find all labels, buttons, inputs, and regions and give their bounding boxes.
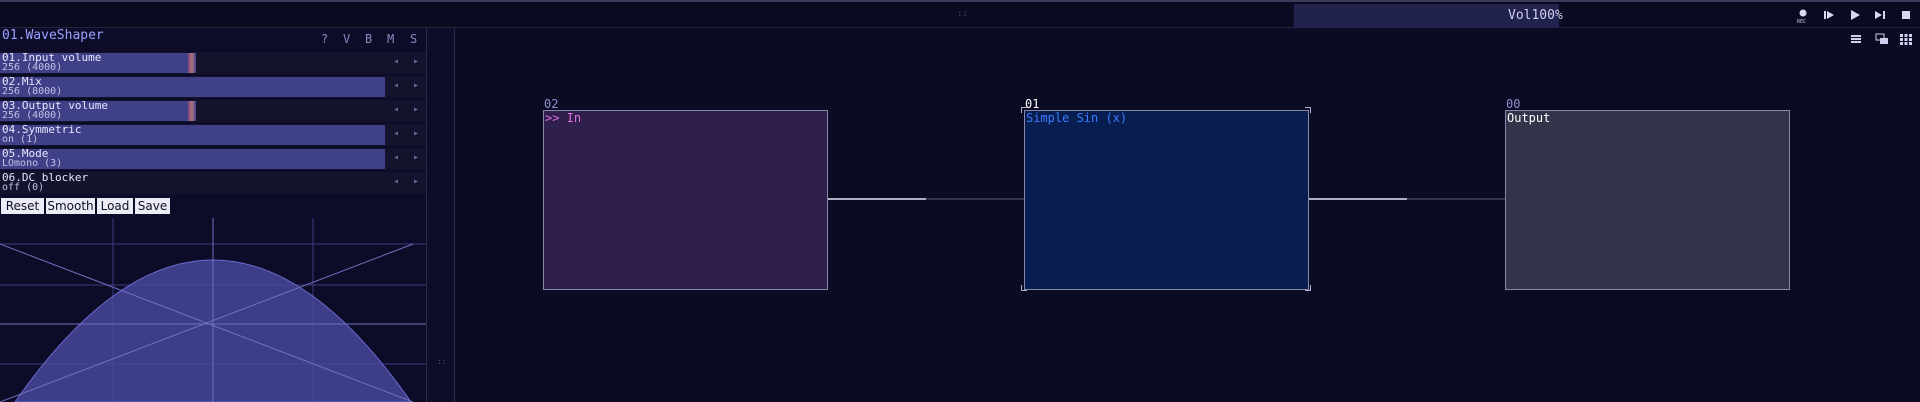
panel-splitter[interactable]: :: bbox=[426, 28, 455, 402]
param-value: LOmono (3) bbox=[2, 158, 63, 169]
param-value: on (1) bbox=[2, 134, 39, 145]
list-icon[interactable] bbox=[1849, 33, 1863, 45]
selection-corner bbox=[1021, 107, 1027, 113]
param-mode[interactable]: 05.Mode LOmono (3) ◂ ▸ bbox=[0, 148, 426, 170]
help-button[interactable]: ? bbox=[321, 32, 328, 46]
save-button[interactable]: Save bbox=[135, 198, 170, 214]
decrease-arrow-icon[interactable]: ◂ bbox=[389, 152, 403, 163]
play-from-start-icon[interactable] bbox=[1822, 8, 1836, 22]
bypass-button[interactable]: B bbox=[365, 32, 372, 46]
decrease-arrow-icon[interactable]: ◂ bbox=[389, 80, 403, 91]
stop-icon[interactable] bbox=[1899, 8, 1913, 22]
param-value: 256 (4000) bbox=[2, 110, 63, 121]
increase-arrow-icon[interactable]: ▸ bbox=[409, 56, 423, 67]
splitter-grip: :: bbox=[437, 357, 447, 366]
increase-arrow-icon[interactable]: ▸ bbox=[409, 104, 423, 115]
param-mix[interactable]: 02.Mix 256 (8000) ◂ ▸ bbox=[0, 76, 426, 98]
step-forward-icon[interactable] bbox=[1873, 8, 1887, 22]
selection-corner bbox=[1305, 285, 1311, 291]
param-input-volume[interactable]: 01.Input volume 256 (4000) ◂ ▸ bbox=[0, 52, 426, 74]
param-value: 256 (4000) bbox=[2, 62, 63, 73]
resize-handle[interactable]: :: bbox=[957, 9, 968, 19]
param-value: 256 (8000) bbox=[2, 86, 63, 97]
smooth-button[interactable]: Smooth bbox=[46, 198, 95, 214]
play-icon[interactable] bbox=[1848, 8, 1862, 22]
decrease-arrow-icon[interactable]: ◂ bbox=[389, 176, 403, 187]
param-output-volume[interactable]: 03.Output volume 256 (4000) ◂ ▸ bbox=[0, 100, 426, 122]
param-symmetric[interactable]: 04.Symmetric on (1) ◂ ▸ bbox=[0, 124, 426, 146]
module-label: Output bbox=[1507, 111, 1551, 125]
module-label: Simple Sin (x) bbox=[1026, 111, 1128, 125]
reset-button[interactable]: Reset bbox=[1, 198, 44, 214]
module-label: >> In bbox=[545, 111, 582, 125]
waveshaper-curve-editor[interactable] bbox=[0, 218, 426, 402]
volume-label: Vol100% bbox=[1508, 8, 1563, 23]
mute-button[interactable]: M bbox=[387, 32, 394, 46]
module-number: 00 bbox=[1506, 97, 1521, 111]
selection-corner bbox=[1021, 285, 1027, 291]
param-dc-blocker[interactable]: 06.DC blocker off (0) ◂ ▸ bbox=[0, 172, 426, 194]
top-bar: :: Vol100% REC bbox=[0, 2, 1920, 28]
module-number: 01 bbox=[1025, 97, 1040, 111]
increase-arrow-icon[interactable]: ▸ bbox=[409, 176, 423, 187]
module-properties-panel: 01.WaveShaper ? V B M S 01.Input volume … bbox=[0, 28, 426, 402]
param-value: off (0) bbox=[2, 182, 45, 193]
module-in[interactable]: >> In bbox=[543, 110, 828, 290]
param-fill-edge bbox=[188, 53, 196, 73]
module-number: 02 bbox=[544, 97, 559, 111]
selection-corner bbox=[1305, 107, 1311, 113]
load-button[interactable]: Load bbox=[97, 198, 133, 214]
visual-button[interactable]: V bbox=[343, 32, 350, 46]
module-title: 01.WaveShaper bbox=[2, 28, 104, 43]
solo-button[interactable]: S bbox=[410, 32, 417, 46]
decrease-arrow-icon[interactable]: ◂ bbox=[389, 104, 403, 115]
increase-arrow-icon[interactable]: ▸ bbox=[409, 80, 423, 91]
module-output[interactable]: Output bbox=[1505, 110, 1790, 290]
increase-arrow-icon[interactable]: ▸ bbox=[409, 152, 423, 163]
param-fill-edge bbox=[188, 101, 196, 121]
module-simple-sin[interactable]: Simple Sin (x) bbox=[1024, 110, 1309, 290]
decrease-arrow-icon[interactable]: ◂ bbox=[389, 56, 403, 67]
grid-icon[interactable] bbox=[1899, 33, 1913, 45]
rec-label: REC bbox=[1797, 19, 1807, 25]
increase-arrow-icon[interactable]: ▸ bbox=[409, 128, 423, 139]
decrease-arrow-icon[interactable]: ◂ bbox=[389, 128, 403, 139]
window-icon[interactable] bbox=[1875, 33, 1889, 45]
